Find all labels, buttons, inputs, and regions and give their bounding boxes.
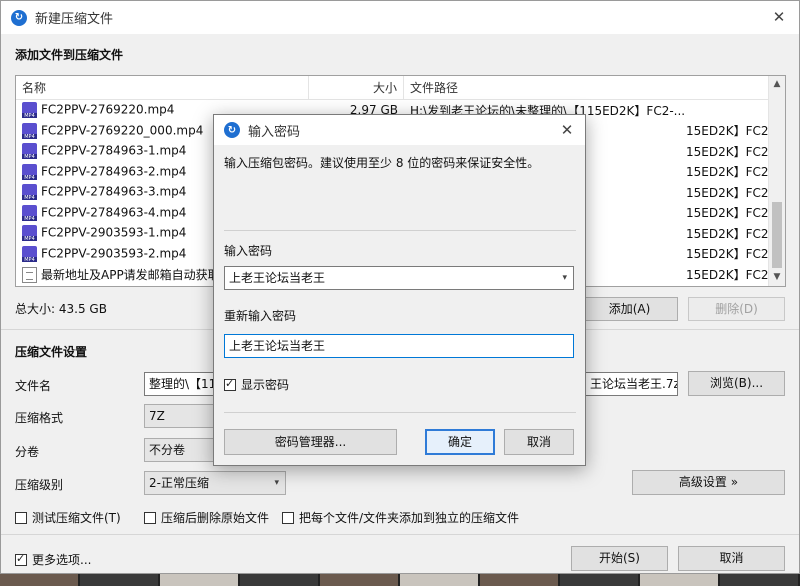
browse-button[interactable]: 浏览(B)...	[688, 371, 785, 396]
mp4-file-icon	[22, 204, 37, 221]
dialog-titlebar: ↻ 输入密码 ✕	[214, 115, 585, 145]
separate-archives-label: 把每个文件/文件夹添加到独立的压缩文件	[299, 511, 520, 525]
file-name: FC2PPV-2784963-2.mp4	[41, 164, 187, 179]
mp4-file-icon	[22, 245, 37, 262]
mp4-file-icon	[22, 163, 37, 180]
format-select[interactable]: 7Z	[144, 404, 216, 428]
divider	[224, 230, 576, 231]
delete-button[interactable]: 删除(D)	[688, 297, 785, 321]
password-manager-button[interactable]: 密码管理器...	[224, 429, 397, 455]
split-value: 不分卷	[149, 443, 186, 457]
filename-input-tail[interactable]: 王论坛当老王.7z	[585, 372, 678, 396]
confirm-password-label: 重新输入密码	[224, 309, 297, 323]
chevron-down-icon: ▾	[274, 478, 279, 488]
filename-input[interactable]: 整理的\【115	[144, 372, 216, 396]
file-name: 最新地址及APP请发邮箱自动获取！	[41, 267, 232, 282]
file-list-scrollbar[interactable]: ▲ ▼	[768, 76, 785, 286]
app-logo-icon: ↻	[11, 9, 27, 26]
app-logo-icon: ↻	[224, 122, 240, 138]
confirm-password-value: 上老王论坛当老王	[229, 339, 326, 353]
total-size: 总大小: 43.5 GB	[15, 302, 107, 316]
column-header-name[interactable]: 名称	[16, 76, 308, 99]
scroll-up-icon[interactable]: ▲	[769, 76, 785, 93]
dialog-cancel-button[interactable]: 取消	[504, 429, 574, 455]
column-header-path[interactable]: 文件路径	[404, 76, 785, 99]
file-name: FC2PPV-2903593-1.mp4	[41, 225, 187, 240]
delete-after-checkbox[interactable]: 压缩后删除原始文件	[144, 509, 269, 526]
advanced-settings-button[interactable]: 高级设置 »	[632, 470, 785, 495]
chevron-down-icon[interactable]: ▾	[562, 267, 567, 289]
window-titlebar: ↻ 新建压缩文件 ✕	[1, 1, 799, 34]
add-button[interactable]: 添加(A)	[581, 297, 678, 321]
level-select[interactable]: 2-正常压缩 ▾	[144, 471, 286, 495]
checkbox-icon[interactable]	[15, 511, 27, 524]
filename-label: 文件名	[15, 379, 52, 393]
password-hint: 输入压缩包密码。建议使用至少 8 位的密码来保证安全性。	[224, 156, 540, 170]
divider	[224, 412, 576, 413]
format-label: 压缩格式	[15, 411, 64, 425]
cancel-button[interactable]: 取消	[678, 546, 785, 571]
ok-button[interactable]: 确定	[425, 429, 495, 455]
start-button[interactable]: 开始(S)	[571, 546, 668, 571]
file-name: FC2PPV-2769220_000.mp4	[41, 123, 204, 138]
split-select[interactable]: 不分卷	[144, 438, 216, 462]
scroll-down-icon[interactable]: ▼	[769, 269, 785, 286]
checkbox-checked-icon[interactable]	[15, 552, 27, 566]
mp4-file-icon	[22, 184, 37, 201]
separate-archives-checkbox[interactable]: 把每个文件/文件夹添加到独立的压缩文件	[282, 509, 519, 526]
background-thumbnail-strip	[0, 574, 800, 586]
window-title: 新建压缩文件	[35, 12, 114, 27]
checkbox-icon[interactable]	[144, 511, 156, 524]
level-value: 2-正常压缩	[149, 476, 209, 490]
show-password-checkbox[interactable]: 显示密码	[224, 376, 289, 393]
more-options-checkbox[interactable]: 更多选项...	[15, 551, 91, 568]
file-name: FC2PPV-2769220.mp4	[41, 102, 175, 117]
add-section-title: 添加文件到压缩文件	[15, 48, 124, 62]
file-name: FC2PPV-2903593-2.mp4	[41, 246, 187, 261]
mp4-file-icon	[22, 143, 37, 160]
scrollbar-thumb[interactable]	[772, 202, 782, 268]
settings-section-title: 压缩文件设置	[15, 345, 88, 359]
divider	[1, 534, 799, 535]
password-value: 上老王论坛当老王	[229, 271, 326, 285]
password-input[interactable]: 上老王论坛当老王 ▾	[224, 266, 574, 290]
file-name: FC2PPV-2784963-4.mp4	[41, 205, 187, 220]
close-icon[interactable]: ✕	[557, 120, 577, 140]
show-password-label: 显示密码	[241, 378, 290, 392]
test-archive-checkbox[interactable]: 测试压缩文件(T)	[15, 509, 121, 526]
password-label: 输入密码	[224, 244, 273, 258]
password-dialog: ↻ 输入密码 ✕ 输入压缩包密码。建议使用至少 8 位的密码来保证安全性。 输入…	[213, 114, 586, 466]
checkbox-checked-icon[interactable]	[224, 377, 236, 391]
more-options-label: 更多选项...	[32, 553, 92, 567]
split-label: 分卷	[15, 445, 40, 459]
confirm-password-input[interactable]: 上老王论坛当老王	[224, 334, 574, 358]
dialog-title: 输入密码	[248, 124, 301, 140]
level-label: 压缩级别	[15, 478, 64, 492]
text-file-icon	[22, 267, 37, 283]
mp4-file-icon	[22, 102, 37, 119]
file-list-header: 名称 大小 文件路径	[16, 76, 785, 100]
file-name: FC2PPV-2784963-1.mp4	[41, 143, 187, 158]
test-archive-label: 测试压缩文件(T)	[32, 511, 121, 525]
column-header-size[interactable]: 大小	[308, 76, 404, 99]
close-icon[interactable]: ✕	[769, 7, 789, 27]
delete-after-label: 压缩后删除原始文件	[161, 511, 270, 525]
checkbox-icon[interactable]	[282, 511, 294, 524]
file-name: FC2PPV-2784963-3.mp4	[41, 184, 187, 199]
mp4-file-icon	[22, 122, 37, 139]
mp4-file-icon	[22, 225, 37, 242]
format-value: 7Z	[149, 409, 165, 423]
